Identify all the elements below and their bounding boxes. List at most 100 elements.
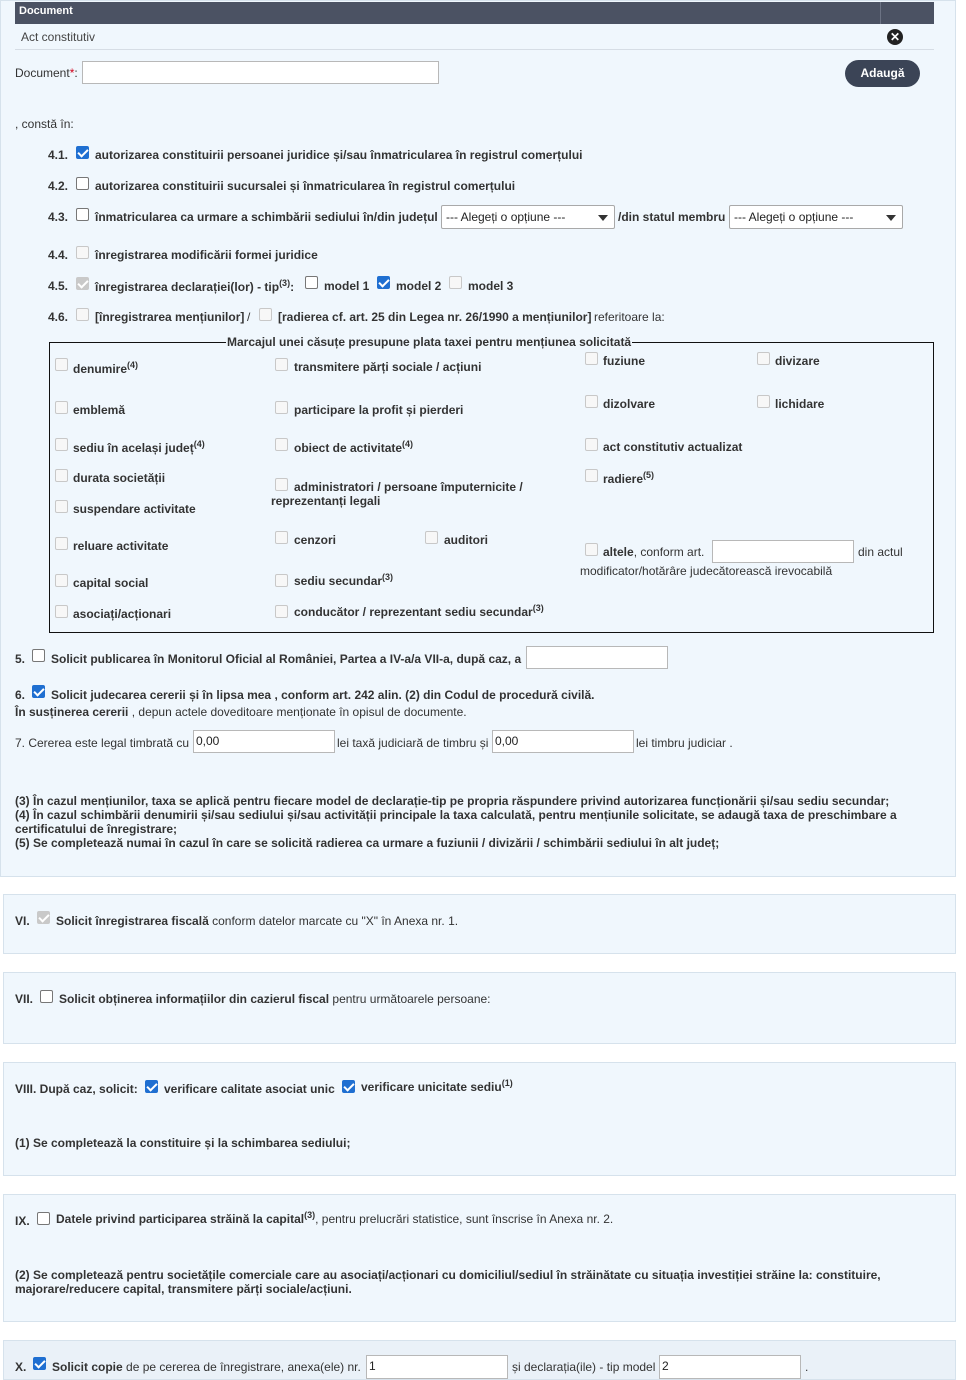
radiere-mentiuni-checkbox[interactable] xyxy=(259,308,272,321)
model-2-checkbox[interactable] xyxy=(377,276,390,289)
header-divider xyxy=(880,2,881,24)
administratori-label-line2: reprezentanți legali xyxy=(271,494,381,508)
asociati-checkbox[interactable] xyxy=(55,605,68,618)
verificare-sediu-checkbox[interactable] xyxy=(342,1080,355,1093)
model-1-checkbox[interactable] xyxy=(305,276,318,289)
capital-checkbox[interactable] xyxy=(55,574,68,587)
document-header-label: Document xyxy=(19,5,73,17)
administratori-label: administratori / persoane împuternicite … xyxy=(294,480,523,494)
divizare-checkbox[interactable] xyxy=(757,352,770,365)
item-4-5-label: înregistrarea declarației(lor) - tip(3): xyxy=(95,278,295,294)
radiere-label: radiere(5) xyxy=(603,470,655,486)
denumire-label: denumire(4) xyxy=(73,360,139,376)
item-4-1-number: 4.1. xyxy=(48,148,69,162)
note-4b: certificatului de înregistrare; xyxy=(15,822,178,836)
item-4-6-number: 4.6. xyxy=(48,310,69,324)
document-field-label: Document*: xyxy=(15,66,78,80)
s10-checkbox[interactable] xyxy=(33,1357,46,1370)
lichidare-checkbox[interactable] xyxy=(757,395,770,408)
mentiuni-label: [înregistrarea mențiunilor] xyxy=(95,310,245,324)
dizolvare-label: dizolvare xyxy=(603,397,656,411)
model-input[interactable]: 2 xyxy=(659,1355,801,1379)
suspendare-checkbox[interactable] xyxy=(55,500,68,513)
verificare-sediu-label: verificare unicitate sediu(1) xyxy=(361,1078,513,1094)
participare-checkbox[interactable] xyxy=(275,401,288,414)
transmitere-checkbox[interactable] xyxy=(275,358,288,371)
conducator-checkbox[interactable] xyxy=(275,605,288,618)
p6-line2: În susținerea cererii , depun actele dov… xyxy=(15,705,467,719)
document-table-header: Document xyxy=(15,2,934,24)
item-4-1-checkbox[interactable] xyxy=(76,146,89,159)
document-row-value: Act constitutiv xyxy=(21,30,96,44)
participare-label: participare la profit și pierderi xyxy=(294,403,464,417)
item-4-3-mid-label: /din statul membru xyxy=(618,210,726,224)
dizolvare-checkbox[interactable] xyxy=(585,395,598,408)
remove-icon[interactable]: ✕ xyxy=(887,29,903,45)
s6-label: Solicit înregistrarea fiscală conform da… xyxy=(56,914,459,928)
p5-number: 5. xyxy=(15,652,26,666)
item-4-2-label: autorizarea constituirii sucursalei și î… xyxy=(95,179,516,193)
s9-note-b: majorare/reducere capital, transmitere p… xyxy=(15,1282,352,1296)
lichidare-label: lichidare xyxy=(775,397,825,411)
taxa-timbru-input[interactable]: 0,00 xyxy=(193,730,335,753)
document-input[interactable] xyxy=(82,61,439,84)
auditori-checkbox[interactable] xyxy=(425,531,438,544)
altele-label: altele, conform art. xyxy=(603,545,705,559)
altele-checkbox[interactable] xyxy=(585,543,598,556)
p6-checkbox[interactable] xyxy=(32,685,45,698)
emblema-label: emblemă xyxy=(73,403,126,417)
stat-membru-select[interactable]: --- Alegeți o opțiune --- xyxy=(729,205,903,229)
sediu-judet-checkbox[interactable] xyxy=(55,438,68,451)
verificare-asociat-checkbox[interactable] xyxy=(145,1080,158,1093)
item-4-3-number: 4.3. xyxy=(48,210,69,224)
radiere-checkbox[interactable] xyxy=(585,469,598,482)
fuziune-checkbox[interactable] xyxy=(585,352,598,365)
emblema-checkbox[interactable] xyxy=(55,401,68,414)
item-4-5-checkbox[interactable] xyxy=(76,277,89,290)
obiect-label: obiect de activitate(4) xyxy=(294,439,414,455)
p5-input[interactable] xyxy=(526,646,668,669)
note-4a: (4) În cazul schimbării denumirii și/sau… xyxy=(15,808,897,822)
item-4-4-label: înregistrarea modificării formei juridic… xyxy=(95,248,318,262)
fuziune-label: fuziune xyxy=(603,354,645,368)
section-vii xyxy=(3,972,956,1044)
s9-checkbox[interactable] xyxy=(37,1212,50,1225)
cenzori-checkbox[interactable] xyxy=(275,531,288,544)
anexa-input[interactable]: 1 xyxy=(366,1355,508,1379)
sediu-secundar-checkbox[interactable] xyxy=(275,574,288,587)
referitoare-label: referitoare la: xyxy=(594,310,665,324)
s6-checkbox[interactable] xyxy=(37,911,50,924)
p7-mid-label: lei taxă judiciară de timbru și xyxy=(337,736,489,750)
durata-checkbox[interactable] xyxy=(55,469,68,482)
model-3-checkbox[interactable] xyxy=(449,276,462,289)
item-4-3-checkbox[interactable] xyxy=(76,208,89,221)
altele-article-input[interactable] xyxy=(712,540,854,563)
item-4-2-checkbox[interactable] xyxy=(76,177,89,190)
item-4-5-number: 4.5. xyxy=(48,279,69,293)
p7-end-label: lei timbru judiciar . xyxy=(636,736,733,750)
denumire-checkbox[interactable] xyxy=(55,358,68,371)
capital-label: capital social xyxy=(73,576,149,590)
s9-label: Datele privind participarea străină la c… xyxy=(56,1210,614,1226)
s7-checkbox[interactable] xyxy=(40,990,53,1003)
s8-note: (1) Se completează la constituire și la … xyxy=(15,1136,351,1150)
judet-select[interactable]: --- Alegeți o opțiune --- xyxy=(441,205,615,229)
document-table-row: Act constitutiv ✕ xyxy=(15,24,934,50)
modificator-label: modificator/hotărâre judecătorească irev… xyxy=(580,564,833,578)
p6-label: Solicit judecarea cererii și în lipsa me… xyxy=(51,688,595,702)
p7-label: 7. Cererea este legal timbrată cu xyxy=(15,736,190,750)
item-4-4-checkbox[interactable] xyxy=(76,246,89,259)
sediu-secundar-label: sediu secundar(3) xyxy=(294,572,394,588)
act-actualizat-checkbox[interactable] xyxy=(585,438,598,451)
timbru-judiciar-input[interactable]: 0,00 xyxy=(492,730,634,753)
s10-mid-label: și declarația(ile) - tip model xyxy=(512,1360,656,1374)
obiect-checkbox[interactable] xyxy=(275,438,288,451)
administratori-checkbox[interactable] xyxy=(275,478,288,491)
reluare-checkbox[interactable] xyxy=(55,537,68,550)
auditori-label: auditori xyxy=(444,533,488,547)
mentiuni-checkbox[interactable] xyxy=(76,308,89,321)
s10-end: . xyxy=(805,1360,809,1374)
add-document-button[interactable]: Adaugă xyxy=(845,60,920,87)
p5-checkbox[interactable] xyxy=(32,649,45,662)
s10-label: Solicit copie de pe cererea de înregistr… xyxy=(52,1360,361,1374)
